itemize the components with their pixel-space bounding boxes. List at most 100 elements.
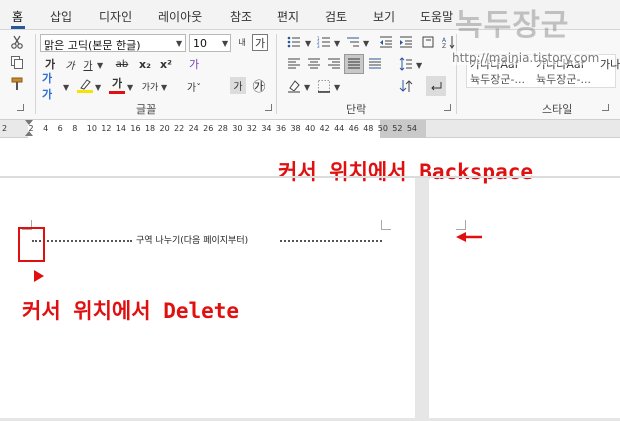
clipboard-dialog-launcher[interactable]	[17, 104, 24, 111]
ruler-tick-label: 4	[43, 124, 49, 133]
change-case-button[interactable]: 가가	[140, 78, 160, 94]
section-break-dots	[32, 240, 132, 242]
tab-insert[interactable]: 삽입	[50, 8, 72, 25]
chevron-down-icon: ▼	[63, 83, 70, 92]
decrease-indent-icon[interactable]	[378, 34, 394, 50]
superscript-button[interactable]: x²	[158, 56, 174, 72]
styles-dialog-launcher[interactable]	[602, 104, 609, 111]
underline-label: 가	[83, 60, 93, 72]
ruler-tick-label: 40	[305, 124, 316, 133]
superscript-label: x²	[160, 57, 172, 71]
document-area[interactable]: 커서 위치에서 Backspace 구역 나누기(다음 페이지부터) 커서 위치…	[0, 138, 620, 421]
enclose-char-button[interactable]: ㉮	[251, 77, 267, 95]
ruler-tick-label: 12	[101, 124, 112, 133]
horizontal-ruler[interactable]: 2 2 4 6 8 10 12 14 16 18 20 22 24 26 28 30 32 34 36 38 40 42 4…	[0, 120, 620, 138]
shading-icon[interactable]	[286, 78, 302, 94]
font-color-button[interactable]: 가	[108, 75, 126, 94]
group-divider	[456, 34, 457, 114]
subscript-button[interactable]: x₂	[137, 56, 153, 72]
font-color-label: 가	[111, 77, 123, 90]
ruler-tick-label: 20	[159, 124, 170, 133]
svg-text:Z: Z	[442, 43, 446, 49]
italic-button[interactable]: 가	[62, 56, 78, 72]
chevron-down-icon: ▼	[95, 83, 102, 92]
italic-label: 가	[65, 60, 75, 72]
ruler-tick-label: 32	[246, 124, 257, 133]
style-preview-3[interactable]: 가나	[600, 56, 620, 72]
align-center-icon[interactable]	[306, 56, 322, 72]
ruler-tick-label: 2	[2, 124, 8, 133]
borders-icon[interactable]	[316, 78, 332, 94]
align-right-icon[interactable]	[326, 56, 342, 72]
clear-formatting-label: 가	[188, 58, 200, 71]
tab-layout[interactable]: 레이아웃	[158, 8, 202, 25]
ruler-tick-label: 42	[319, 124, 330, 133]
text-effects-button[interactable]: 가가	[42, 72, 62, 101]
cursor-highlight-box	[18, 227, 45, 262]
distributed-icon[interactable]	[367, 56, 383, 72]
section-break-label: 구역 나누기(다음 페이지부터)	[134, 233, 251, 246]
cut-icon[interactable]	[8, 34, 26, 50]
paragraph-dialog-launcher[interactable]	[444, 104, 451, 111]
tab-references[interactable]: 참조	[230, 8, 252, 25]
chevron-down-icon: ▼	[176, 39, 183, 48]
ruler-tick-label: 6	[57, 124, 63, 133]
chevron-down-icon: ▼	[334, 83, 341, 92]
format-painter-icon[interactable]	[8, 76, 26, 92]
phonetic-guide-button[interactable]: 가	[230, 77, 246, 94]
numbering-icon[interactable]: 123	[316, 34, 332, 50]
show-marks-icon[interactable]	[426, 76, 446, 96]
ruler-tick-label: 24	[188, 124, 199, 133]
watermark-title: 녹두장군	[455, 8, 570, 43]
tab-design[interactable]: 디자인	[99, 8, 132, 25]
strikethrough-button[interactable]: ab	[112, 56, 132, 72]
align-left-icon[interactable]	[286, 56, 302, 72]
sort-icon[interactable]: AZ	[440, 34, 456, 50]
ruler-tick-label: 28	[217, 124, 228, 133]
chevron-down-icon: ▼	[363, 39, 370, 48]
ruler-tick-label: 16	[130, 124, 141, 133]
tab-review[interactable]: 검토	[325, 8, 347, 25]
page-top-edge	[0, 176, 620, 178]
arrow-right-icon	[34, 270, 44, 282]
tab-help[interactable]: 도움말	[420, 8, 453, 25]
watermark-url: http://mainia.tistory.com	[452, 51, 600, 65]
sort-arrows-icon[interactable]	[398, 78, 414, 94]
justify-icon[interactable]	[344, 54, 364, 74]
ruler-tick-label: 22	[174, 124, 185, 133]
char-border-button[interactable]: 가	[252, 34, 268, 51]
text-effects-label: 가가	[42, 72, 53, 101]
grow-font-button[interactable]: 내	[234, 33, 250, 51]
copy-icon[interactable]	[8, 54, 26, 70]
ruler-tick-label: 10	[86, 124, 97, 133]
font-name-select[interactable]: 맑은 고딕(본문 한글)	[40, 34, 186, 52]
ruler-tick-label: 8	[72, 124, 78, 133]
increase-indent-icon[interactable]	[398, 34, 414, 50]
char-spacing-button[interactable]: 가ˇ	[183, 78, 205, 94]
font-dialog-launcher[interactable]	[265, 104, 272, 111]
change-case-label: 가가	[141, 82, 159, 93]
ruler-tick-label: 36	[275, 124, 287, 133]
section-break[interactable]: 구역 나누기(다음 페이지부터)	[32, 233, 382, 246]
paragraph-group-label: 단락	[346, 103, 367, 116]
underline-button[interactable]: 가	[80, 56, 96, 72]
tab-view[interactable]: 보기	[373, 8, 395, 25]
clear-formatting-button[interactable]: 가	[186, 56, 202, 72]
bullets-icon[interactable]	[286, 34, 302, 50]
ruler-tick-label: 38	[290, 124, 301, 133]
multilevel-list-icon[interactable]	[345, 34, 361, 50]
section-break-dots	[280, 240, 382, 242]
highlight-button[interactable]	[76, 76, 94, 94]
tab-mailings[interactable]: 편지	[277, 8, 299, 25]
enclose-char-label: ㉮	[252, 80, 266, 95]
style-name-1: 뉵두장군-...	[470, 73, 525, 86]
line-spacing-icon[interactable]	[398, 56, 414, 72]
arrow-left-icon	[456, 232, 482, 242]
active-tab-indicator	[11, 26, 25, 29]
font-size-value: 10	[193, 37, 207, 50]
asian-layout-icon[interactable]	[420, 34, 436, 50]
tab-home[interactable]: 홈	[12, 8, 23, 25]
font-color-bar	[109, 91, 125, 94]
ruler-tick-label: 52	[392, 124, 403, 133]
style-name-2: 뉵두장군-...	[536, 73, 591, 86]
